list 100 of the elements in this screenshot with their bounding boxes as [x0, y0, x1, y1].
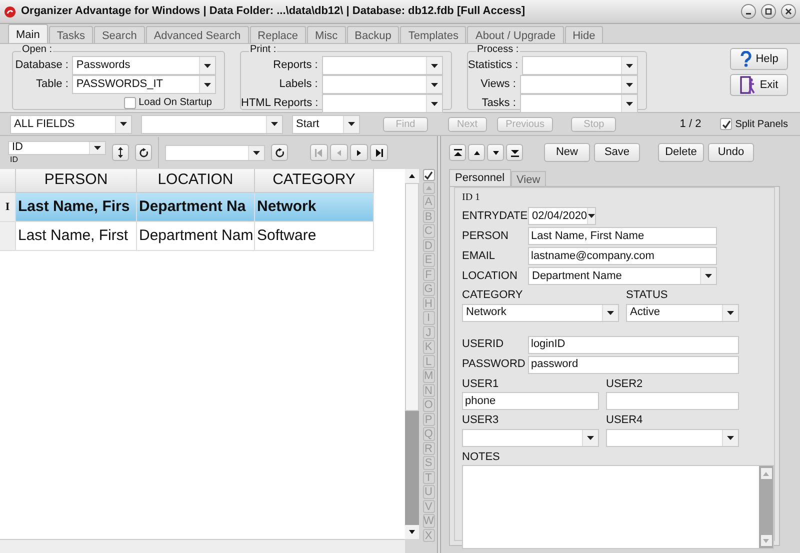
move-record-button[interactable]	[487, 144, 504, 161]
edit-button[interactable]: Delete	[658, 143, 704, 162]
field-label: Labels :	[278, 77, 318, 92]
field-label: CATEGORY	[462, 288, 524, 303]
caret-icon	[348, 122, 355, 126]
tab[interactable]: Advanced Search	[146, 26, 249, 43]
field-label: PASSWORD	[462, 358, 526, 370]
record-nav-button[interactable]	[370, 144, 388, 161]
field-label: USER1	[462, 376, 500, 392]
tab[interactable]: Templates	[400, 26, 466, 43]
refresh-button[interactable]	[271, 144, 288, 161]
exit-button[interactable]: Exit	[730, 74, 788, 96]
dropdown-field[interactable]	[322, 75, 443, 94]
dropdown-field[interactable]: Network	[462, 304, 619, 322]
tab[interactable]: Misc	[307, 26, 346, 43]
tab[interactable]: Search	[94, 26, 145, 43]
top-arrow-icon	[452, 148, 462, 158]
caret-icon	[431, 102, 438, 106]
caret-icon	[607, 310, 614, 314]
maximize-button[interactable]	[761, 4, 776, 19]
dropdown-field[interactable]: Active	[626, 304, 739, 322]
tab[interactable]: Tasks	[48, 26, 93, 43]
table-row[interactable]: Last Name, First Department Nam Software	[0, 222, 374, 251]
column-header[interactable]: LOCATION	[137, 169, 255, 192]
text-field[interactable]: loginID	[528, 336, 739, 354]
search-text-field[interactable]	[141, 114, 283, 134]
text-field[interactable]: Last Name, First Name	[528, 227, 717, 245]
table-row[interactable]: I Last Name, Firs Department Na Network	[0, 193, 374, 222]
table-cell: Department Nam	[137, 222, 255, 250]
refresh-button[interactable]	[135, 144, 152, 161]
field-label: Statistics :	[468, 58, 518, 74]
field-label: USER4	[606, 413, 644, 428]
text-field[interactable]: password	[528, 356, 739, 374]
caret-icon	[626, 82, 633, 86]
window-title: Organizer Advantage for Windows | Data Folder: ...\data\db12\ | Database: db12.fdb [Full Access]	[21, 4, 526, 20]
dropdown-field[interactable]	[462, 428, 599, 446]
field-label: ENTRYDATE	[462, 210, 528, 222]
field-label: NOTES	[462, 450, 501, 464]
dropdown-field[interactable]: PASSWORDS_IT	[72, 75, 216, 94]
caret-icon	[253, 150, 260, 154]
dropdown-field[interactable]	[322, 94, 443, 113]
edit-button[interactable]: Save	[594, 143, 640, 162]
last-arrow-icon	[374, 148, 384, 158]
text-field[interactable]: phone	[462, 392, 599, 410]
search-field-dropdown[interactable]: ALL FIELDS	[10, 114, 132, 134]
move-record-button[interactable]	[506, 144, 523, 161]
edit-button[interactable]: New	[544, 143, 590, 162]
caret-icon	[271, 122, 278, 126]
field-label: EMAIL	[462, 250, 496, 262]
text-field[interactable]: lastname@company.com	[528, 247, 717, 265]
dropdown-field[interactable]	[522, 56, 638, 75]
field-label: Reports :	[272, 58, 318, 74]
filter-dropdown[interactable]	[165, 144, 265, 160]
sort-field-dropdown[interactable]: ID	[8, 140, 106, 154]
column-header[interactable]: PERSON	[16, 169, 137, 192]
tab[interactable]: Backup	[346, 26, 400, 43]
date-field[interactable]: 02/04/2020	[528, 207, 596, 225]
record-nav-button[interactable]	[350, 144, 368, 161]
bottom-arrow-icon	[510, 148, 520, 158]
tab[interactable]: View	[510, 171, 546, 186]
move-record-button[interactable]	[449, 144, 466, 161]
help-button[interactable]: Help	[730, 48, 788, 70]
tab[interactable]: Hide	[564, 26, 604, 43]
column-header[interactable]: CATEGORY	[255, 169, 374, 192]
caret-icon	[204, 64, 211, 68]
refresh-icon	[138, 148, 148, 158]
caret-icon	[94, 146, 101, 150]
checkbox[interactable]	[422, 169, 435, 181]
text-field[interactable]	[606, 392, 739, 410]
dropdown-field[interactable]: Passwords	[72, 56, 216, 75]
scrollbar[interactable]	[405, 169, 420, 539]
dropdown-field[interactable]	[520, 75, 638, 94]
record-counter: 1 / 2	[680, 116, 702, 132]
search-mode-dropdown[interactable]: Start	[292, 114, 360, 134]
sort-order-button[interactable]	[112, 144, 129, 161]
tab[interactable]: Replace	[250, 26, 306, 43]
field-label: HTML Reports :	[241, 96, 318, 112]
dropdown-field[interactable]	[520, 94, 638, 113]
caret-icon	[727, 310, 734, 314]
scrollbar[interactable]	[0, 539, 406, 553]
tab[interactable]: About / Upgrade	[467, 26, 564, 43]
checkbox[interactable]	[124, 96, 136, 108]
tab[interactable]: Personnel	[449, 169, 511, 186]
dropdown-field[interactable]: Department Name	[528, 267, 717, 285]
minimize-button[interactable]	[741, 4, 756, 19]
dropdown-field[interactable]	[606, 428, 739, 446]
tab[interactable]: Main	[8, 24, 48, 43]
table-cell: Network	[255, 193, 374, 221]
dropdown-field[interactable]	[322, 56, 443, 75]
edit-button[interactable]: Undo	[708, 143, 754, 162]
notes-field[interactable]	[462, 465, 774, 549]
move-record-button[interactable]	[468, 144, 485, 161]
table-cell: Department Na	[137, 193, 255, 221]
table-cell: Last Name, First	[16, 222, 137, 250]
field-label: LOCATION	[462, 270, 518, 282]
scrollbar[interactable]	[759, 466, 773, 548]
checkbox[interactable]	[720, 118, 732, 130]
checkbox-label: Split Panels	[735, 118, 788, 132]
caret-icon	[120, 122, 127, 126]
close-button[interactable]	[781, 4, 796, 19]
